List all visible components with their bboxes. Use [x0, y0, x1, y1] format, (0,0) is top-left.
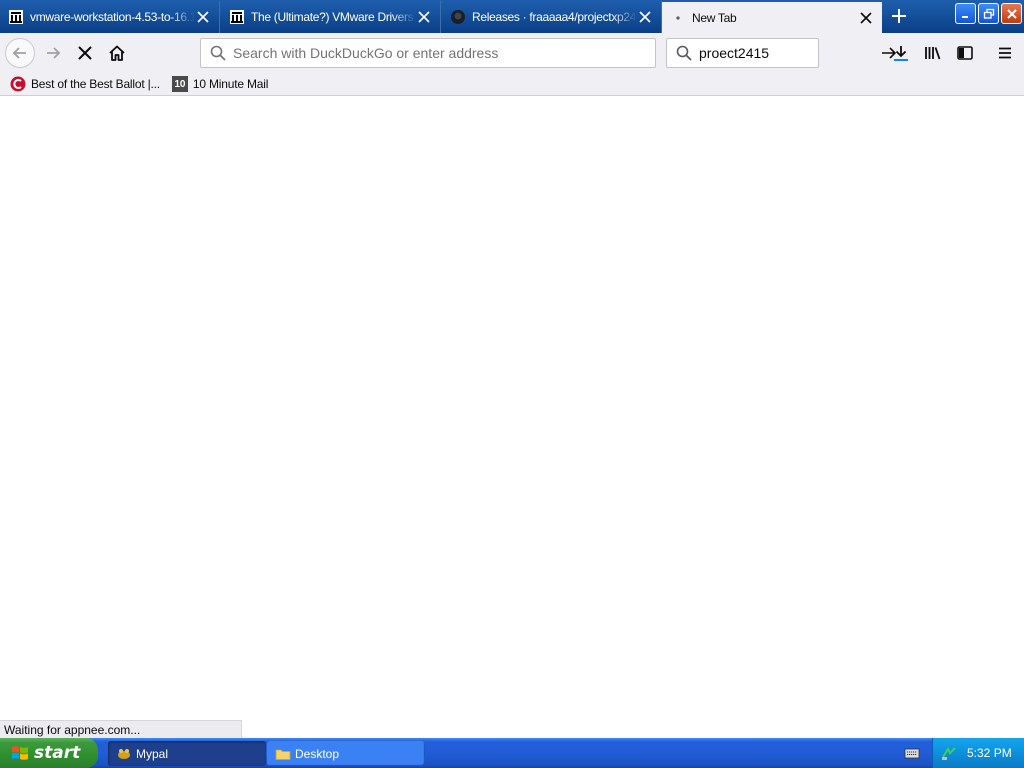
- minimize-icon: [961, 15, 968, 18]
- tab-title: Releases · fraaaaa4/projectxp24: [472, 10, 637, 24]
- search-icon: [675, 44, 693, 62]
- bookmark-10-minute-mail[interactable]: 10 10 Minute Mail: [171, 76, 269, 92]
- url-input[interactable]: [233, 45, 655, 61]
- forward-button[interactable]: [38, 38, 68, 68]
- status-panel: Waiting for appnee.com...: [0, 720, 242, 739]
- taskbar-button-label: Desktop: [295, 746, 340, 761]
- folder-icon: [275, 746, 291, 762]
- menu-button[interactable]: [990, 38, 1020, 68]
- download-icon: [894, 46, 908, 61]
- clock[interactable]: 5:32 PM: [967, 746, 1012, 760]
- taskbar-button-mypal[interactable]: Mypal: [108, 741, 266, 766]
- close-icon[interactable]: [858, 10, 874, 26]
- bookmark-label: Best of the Best Ballot |...: [31, 77, 160, 91]
- windows-logo-icon: [12, 746, 28, 760]
- tab-new-tab[interactable]: New Tab: [662, 2, 882, 33]
- museum-icon: [229, 9, 245, 25]
- arrow-right-icon: [47, 47, 61, 59]
- stop-button[interactable]: [70, 38, 100, 68]
- ten-minute-mail-icon: 10: [171, 76, 188, 92]
- loading-dot-icon: [670, 10, 686, 26]
- search-icon: [209, 44, 227, 62]
- home-button[interactable]: [102, 38, 132, 68]
- window-close-button[interactable]: [1001, 3, 1022, 24]
- library-icon: [925, 47, 941, 60]
- taskbar: start Mypal Desktop 5:32 PM: [0, 738, 1024, 768]
- tab-releases[interactable]: Releases · fraaaaa4/projectxp24: [442, 1, 662, 33]
- museum-icon: [8, 9, 24, 25]
- github-icon: [450, 9, 466, 25]
- taskbar-button-label: Mypal: [136, 746, 169, 761]
- page-content: [0, 96, 1024, 738]
- close-icon[interactable]: [416, 9, 432, 25]
- library-button[interactable]: [918, 38, 948, 68]
- hamburger-menu-icon: [999, 47, 1011, 59]
- downloads-button[interactable]: [886, 38, 916, 68]
- close-icon[interactable]: [637, 9, 653, 25]
- network-icon[interactable]: [941, 745, 957, 761]
- url-bar[interactable]: [200, 38, 656, 68]
- arrow-left-icon: [12, 47, 26, 59]
- back-button[interactable]: [5, 38, 35, 68]
- search-input[interactable]: [699, 45, 880, 61]
- plus-icon: [892, 9, 906, 23]
- taskbar-button-desktop[interactable]: Desktop: [267, 741, 425, 766]
- bookmark-icon-text: 10: [174, 78, 186, 90]
- tab-title: New Tab: [692, 10, 737, 25]
- start-button[interactable]: start: [0, 738, 98, 768]
- navigation-toolbar: [0, 33, 1024, 73]
- system-tray: 5:32 PM: [932, 738, 1024, 768]
- bookmarks-toolbar: Best of the Best Ballot |... 10 10 Minut…: [0, 73, 1024, 96]
- tab-strip: vmware-workstation-4.53-to-16.1- The (Ul…: [0, 0, 1024, 33]
- bookmark-label: 10 Minute Mail: [192, 77, 269, 91]
- tab-vmware-drivers[interactable]: The (Ultimate?) VMware Drivers P: [221, 1, 441, 33]
- mypal-icon: [116, 746, 132, 762]
- c-logo-icon: [10, 76, 26, 92]
- restore-icon: [983, 8, 994, 19]
- close-icon: [1006, 8, 1017, 19]
- sidebar-icon: [957, 46, 973, 60]
- tab-title: The (Ultimate?) VMware Drivers P: [251, 10, 416, 24]
- stop-x-icon: [78, 46, 92, 60]
- restore-button[interactable]: [978, 3, 999, 24]
- new-tab-button[interactable]: [884, 2, 914, 30]
- home-icon: [109, 45, 125, 61]
- tab-title: vmware-workstation-4.53-to-16.1-: [30, 10, 195, 24]
- bookmark-best-of-the-best[interactable]: Best of the Best Ballot |...: [10, 76, 160, 92]
- tab-vmware-workstation[interactable]: vmware-workstation-4.53-to-16.1-: [0, 1, 220, 33]
- sidebar-button[interactable]: [950, 38, 980, 68]
- minimize-button[interactable]: [955, 3, 976, 24]
- search-bar[interactable]: [666, 38, 897, 68]
- start-label: start: [34, 743, 81, 763]
- keyboard-icon[interactable]: [904, 745, 920, 764]
- close-icon[interactable]: [195, 9, 211, 25]
